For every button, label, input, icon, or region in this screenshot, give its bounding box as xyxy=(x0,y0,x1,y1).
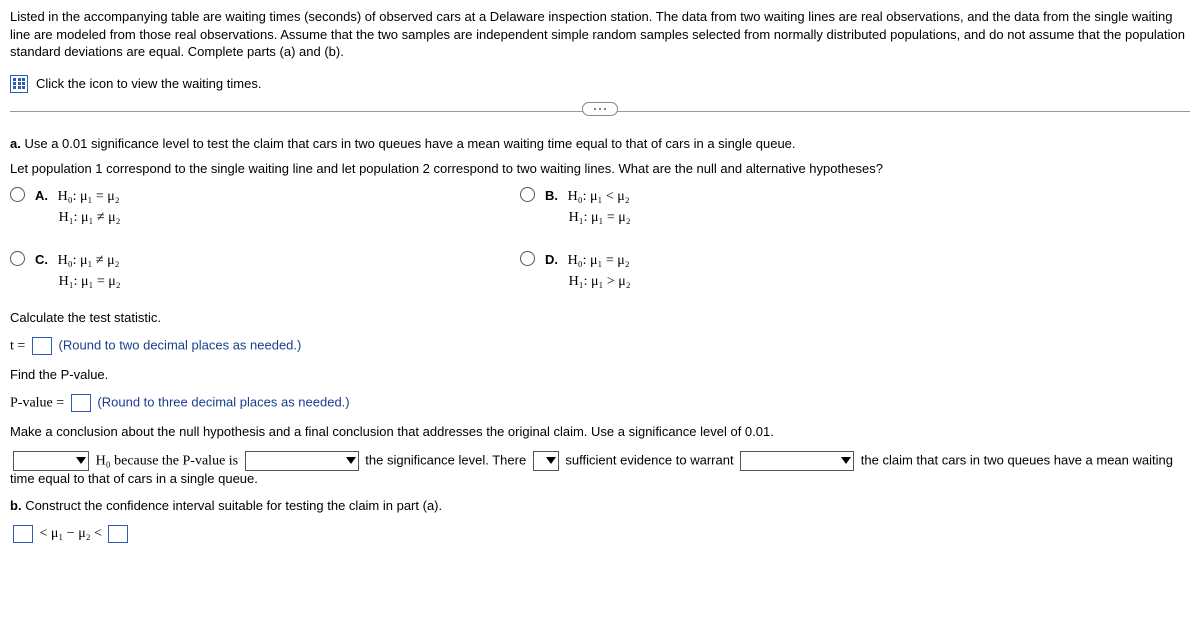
select-rejection[interactable] xyxy=(740,451,854,471)
problem-intro: Listed in the accompanying table are wai… xyxy=(10,8,1190,61)
click-icon-text[interactable]: Click the icon to view the waiting times… xyxy=(36,76,261,91)
conclusion-suff-seg: sufficient evidence to warrant xyxy=(565,452,737,467)
select-compare[interactable] xyxy=(245,451,359,471)
option-b[interactable]: B. H₀: μ₁ < μ₂ H₁: μ₁ = μ₂ xyxy=(520,186,990,228)
ci-lt1: < xyxy=(40,526,48,541)
hypothesis-options: A. H₀: μ₁ = μ₂ H₁: μ₁ ≠ μ₂ B. H₀: μ₁ < μ… xyxy=(10,186,990,292)
calc-stat-label: Calculate the test statistic. xyxy=(10,310,1190,325)
option-a-h0: H₀: μ₁ = μ₂ xyxy=(58,189,120,204)
p-hint: (Round to three decimal places as needed… xyxy=(97,394,349,409)
select-reject[interactable] xyxy=(13,451,89,471)
part-b-text: Construct the confidence interval suitab… xyxy=(25,498,442,513)
ci-expression: < μ₁ − μ₂ < xyxy=(10,525,1190,543)
t-hint: (Round to two decimal places as needed.) xyxy=(59,337,302,352)
ci-lower-input[interactable] xyxy=(13,525,33,543)
t-input[interactable] xyxy=(32,337,52,355)
option-b-h1: H₁: μ₁ = μ₂ xyxy=(569,210,631,225)
option-a-label: A. xyxy=(35,188,48,203)
conclusion-h0-seg: H₀ because the P-value is xyxy=(96,453,242,468)
expand-pill[interactable] xyxy=(582,102,618,116)
t-prefix: t = xyxy=(10,338,25,353)
radio-b[interactable] xyxy=(520,187,535,202)
ci-mid: μ₁ − μ₂ xyxy=(51,526,91,541)
part-a-text: Use a 0.01 significance level to test th… xyxy=(24,136,795,151)
radio-d[interactable] xyxy=(520,251,535,266)
option-a[interactable]: A. H₀: μ₁ = μ₂ H₁: μ₁ ≠ μ₂ xyxy=(10,186,480,228)
chevron-down-icon xyxy=(546,457,556,464)
option-d-h0: H₀: μ₁ = μ₂ xyxy=(568,253,630,268)
option-d-h1: H₁: μ₁ > μ₂ xyxy=(569,274,631,289)
conclusion-sig-seg: the significance level. There xyxy=(365,452,530,467)
part-b-lead: b. xyxy=(10,498,22,513)
ci-upper-input[interactable] xyxy=(108,525,128,543)
p-prefix: P-value = xyxy=(10,395,64,410)
option-c-h1: H₁: μ₁ = μ₂ xyxy=(59,274,121,289)
option-c-h0: H₀: μ₁ ≠ μ₂ xyxy=(58,253,120,268)
option-a-h1: H₁: μ₁ ≠ μ₂ xyxy=(59,210,121,225)
option-b-label: B. xyxy=(545,188,558,203)
chevron-down-icon xyxy=(346,457,356,464)
chevron-down-icon xyxy=(841,457,851,464)
select-isnot[interactable] xyxy=(533,451,559,471)
p-input[interactable] xyxy=(71,394,91,412)
conclusion-prompt: Make a conclusion about the null hypothe… xyxy=(10,424,1190,439)
option-c[interactable]: C. H₀: μ₁ ≠ μ₂ H₁: μ₁ = μ₂ xyxy=(10,250,480,292)
option-d[interactable]: D. H₀: μ₁ = μ₂ H₁: μ₁ > μ₂ xyxy=(520,250,990,292)
radio-c[interactable] xyxy=(10,251,25,266)
option-c-label: C. xyxy=(35,252,48,267)
part-a-sub: Let population 1 correspond to the singl… xyxy=(10,161,1190,176)
radio-a[interactable] xyxy=(10,187,25,202)
option-b-h0: H₀: μ₁ < μ₂ xyxy=(568,189,630,204)
table-icon[interactable] xyxy=(10,75,28,93)
find-p-label: Find the P-value. xyxy=(10,367,1190,382)
option-d-label: D. xyxy=(545,252,558,267)
conclusion-sentence: H₀ because the P-value is the significan… xyxy=(10,451,1190,486)
chevron-down-icon xyxy=(76,457,86,464)
ci-lt2: < xyxy=(94,526,102,541)
part-a-lead: a. xyxy=(10,136,21,151)
